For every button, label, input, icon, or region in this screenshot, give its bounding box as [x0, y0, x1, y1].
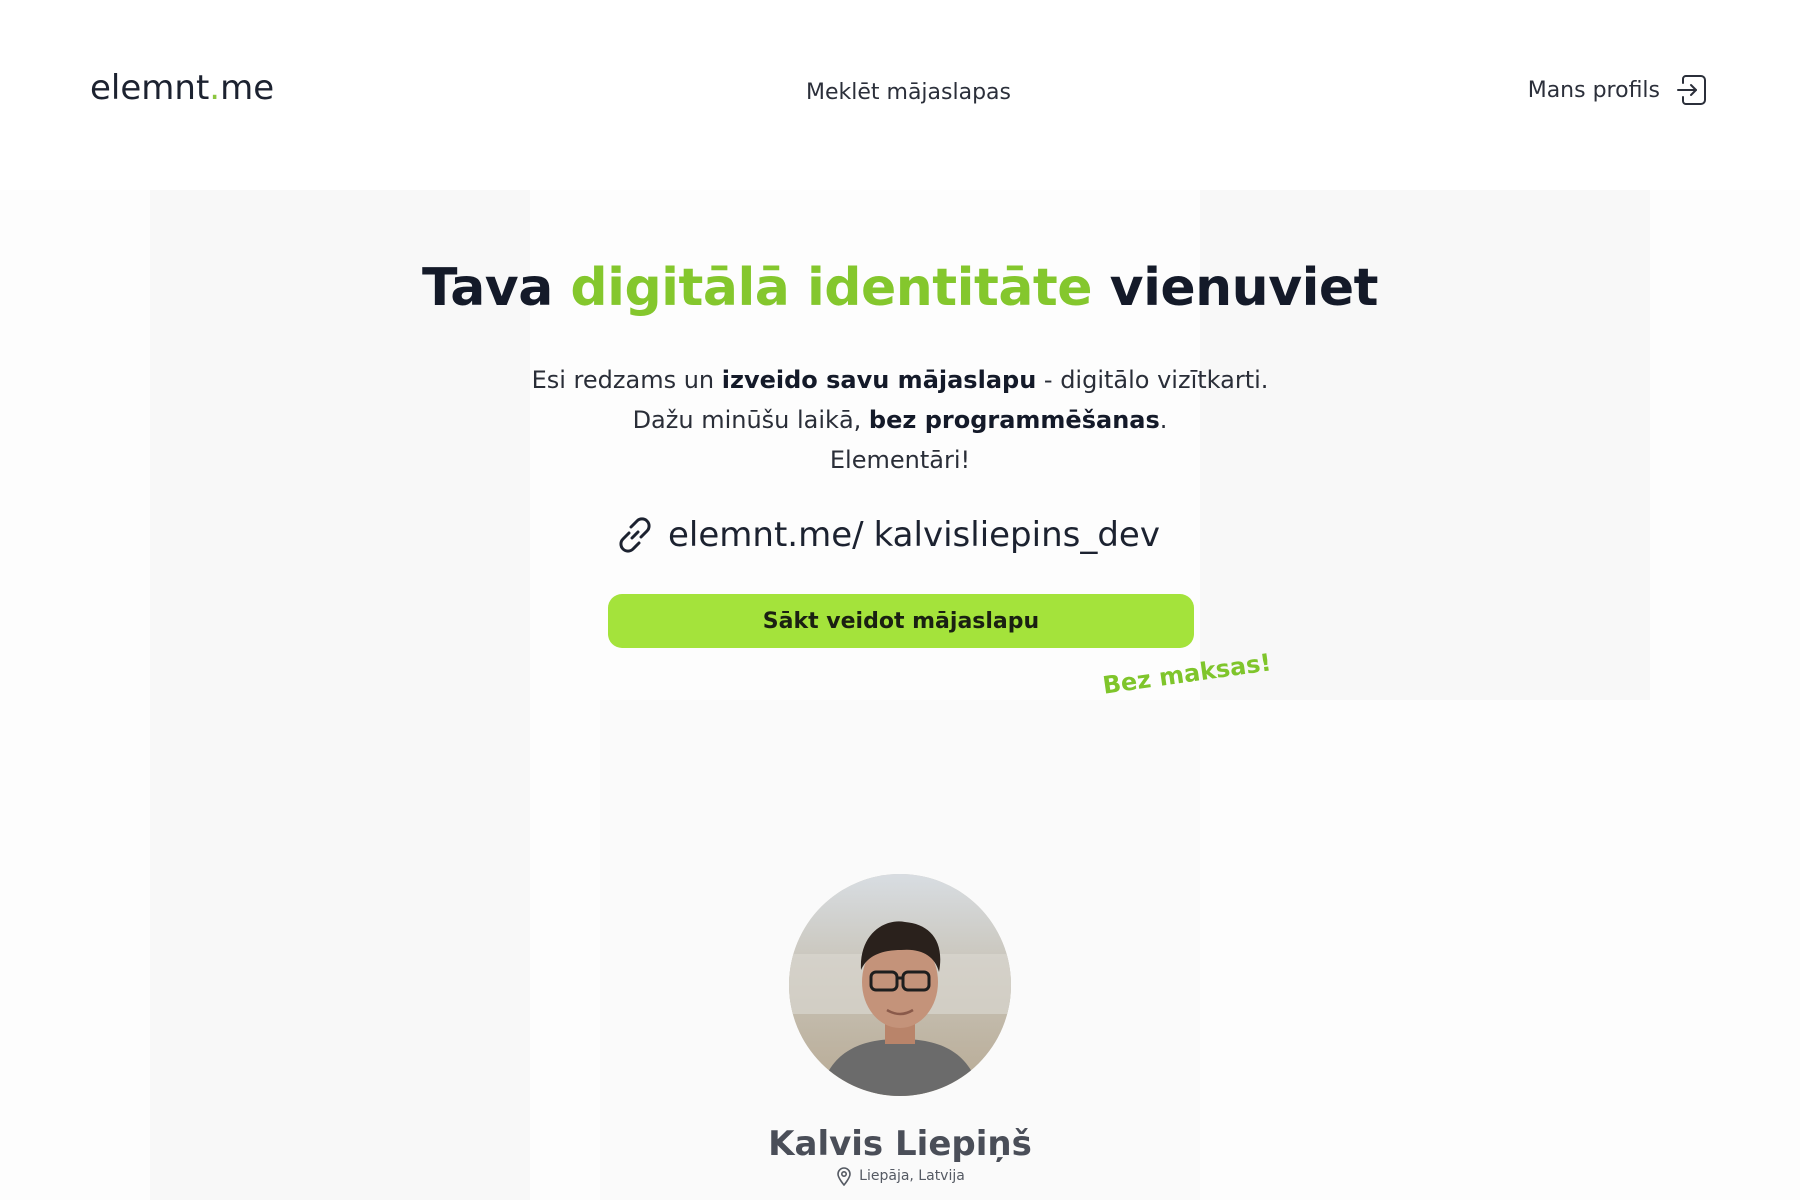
link-icon	[612, 512, 658, 558]
hero-line-2-text-b: .	[1159, 406, 1168, 434]
hero-title-part1: Tava	[421, 258, 571, 318]
nav-my-profile-label: Mans profils	[1527, 77, 1660, 103]
logo-tld: me	[220, 68, 275, 108]
hero-title: Tava digitālā identitāte vienuviet	[0, 258, 1800, 318]
username-input[interactable]	[873, 515, 1354, 555]
nav-my-profile-link[interactable]: Mans profils	[1528, 72, 1708, 108]
profile-name: Kalvis Liepiņš	[768, 1124, 1032, 1164]
hero-line-2: Dažu minūšu laikā, bez programmēšanas.	[0, 400, 1800, 440]
logo-dot: .	[209, 68, 221, 108]
hero-line-1: Esi redzams un izveido savu mājaslapu - …	[0, 360, 1800, 400]
hero-title-part2: vienuviet	[1092, 258, 1379, 318]
site-logo[interactable]: elemnt.me	[90, 68, 274, 108]
hero-line-2-text-a: Dažu minūšu laikā,	[632, 406, 869, 434]
start-building-site-button[interactable]: Sākt veidot mājaslapu	[608, 594, 1194, 648]
avatar	[789, 874, 1011, 1096]
hero-title-highlight: digitālā identitāte	[570, 258, 1093, 318]
hero-line-3: Elementāri!	[829, 446, 971, 474]
map-pin-icon	[835, 1166, 853, 1187]
login-icon	[1674, 72, 1708, 108]
username-url-field: elemnt.me/	[612, 508, 1354, 562]
nav-search-sites-link[interactable]: Meklēt mājaslapas	[806, 80, 1011, 105]
hero-line-2-bold: bez programmēšanas	[868, 406, 1160, 434]
logo-main: elemnt	[90, 68, 210, 108]
profile-location: Liepāja, Latvija	[0, 1166, 1800, 1187]
url-prefix: elemnt.me/	[668, 515, 864, 555]
hero-description: Esi redzams un izveido savu mājaslapu - …	[0, 360, 1800, 480]
hero-line-1-text-b: - digitālo vizītkarti.	[1036, 366, 1269, 394]
top-header: elemnt.me Meklēt mājaslapas Mans profils	[0, 0, 1800, 190]
hero-line-1-text-a: Esi redzams un	[531, 366, 722, 394]
profile-location-text: Liepāja, Latvija	[859, 1168, 965, 1184]
hero-line-1-bold: izveido savu mājaslapu	[721, 366, 1037, 394]
